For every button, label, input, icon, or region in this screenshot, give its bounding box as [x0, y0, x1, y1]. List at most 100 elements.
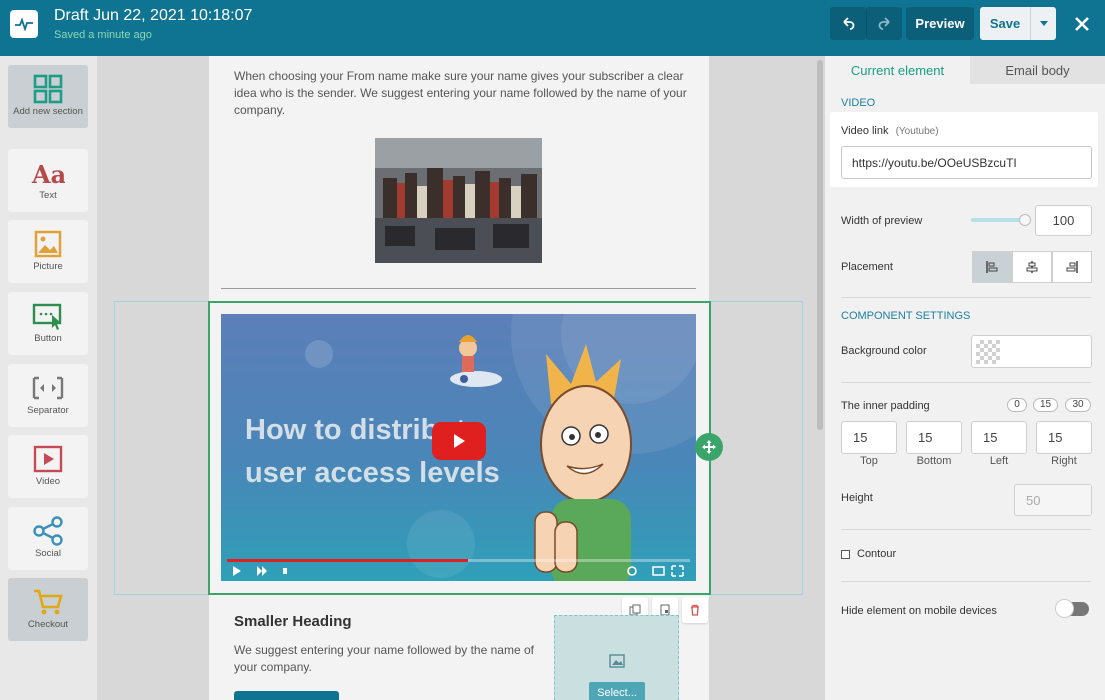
settings-panel: Current element Email body VIDEO Video l… — [825, 56, 1105, 700]
smaller-paragraph[interactable]: We suggest entering your name followed b… — [234, 642, 534, 676]
video-icon — [33, 445, 63, 473]
padding-bottom-label: Bottom — [916, 455, 952, 467]
tool-video[interactable]: Video — [8, 435, 88, 498]
video-link-hint: (Youtube) — [895, 126, 939, 137]
padding-preset-30[interactable]: 30 — [1065, 398, 1091, 412]
bookshelf-photo[interactable] — [375, 138, 542, 263]
divider — [841, 297, 1091, 298]
padding-preset-15[interactable]: 15 — [1033, 398, 1058, 412]
element-toolbar: Add new section Aa Text Picture Button S… — [0, 56, 97, 700]
padding-bottom-input[interactable]: 15 — [906, 421, 962, 454]
tool-checkout[interactable]: Checkout — [8, 578, 88, 641]
tab-current-element[interactable]: Current element — [825, 56, 970, 84]
contour-checkbox[interactable] — [841, 550, 850, 559]
padding-top-input[interactable]: 15 — [841, 421, 897, 454]
app-logo-icon[interactable] — [10, 10, 38, 38]
inner-padding-label: The inner padding — [841, 400, 930, 412]
video-preview[interactable]: How to distribute user access levels — [221, 314, 696, 581]
padding-left-label: Left — [989, 455, 1009, 467]
video-link-label-text: Video link — [841, 125, 889, 137]
tool-label: Separator — [27, 405, 69, 416]
tool-social[interactable]: Social — [8, 507, 88, 570]
tool-add-new-section[interactable]: Add new section — [8, 65, 88, 128]
play-button[interactable] — [432, 422, 486, 460]
top-bar: Draft Jun 22, 2021 10:18:07 Saved a minu… — [0, 0, 1105, 56]
tab-email-body[interactable]: Email body — [970, 56, 1105, 84]
share-icon — [33, 516, 63, 546]
placement-right-button[interactable] — [1052, 251, 1092, 283]
tool-label: Text — [39, 190, 57, 201]
svg-text:Aa: Aa — [31, 160, 65, 189]
grid-icon — [33, 74, 63, 104]
save-dropdown-button[interactable] — [1030, 7, 1056, 40]
redo-button[interactable] — [866, 7, 902, 40]
padding-top-label: Top — [860, 455, 878, 467]
video-progress-bar[interactable] — [227, 559, 690, 562]
tool-button[interactable]: Button — [8, 292, 88, 355]
video-progress-fill — [227, 559, 468, 562]
width-input[interactable]: 100 — [1035, 205, 1092, 236]
button-cursor-icon — [32, 303, 62, 330]
tool-separator[interactable]: Separator — [8, 364, 88, 427]
divider — [841, 581, 1091, 582]
tool-label: Social — [35, 548, 61, 559]
tool-text[interactable]: Aa Text — [8, 149, 88, 212]
tool-label: Checkout — [27, 619, 69, 630]
height-input[interactable]: 50 — [1014, 484, 1092, 516]
component-settings-title: COMPONENT SETTINGS — [841, 310, 971, 322]
saved-status: Saved a minute ago — [54, 29, 152, 41]
email-cta-button[interactable] — [234, 691, 339, 700]
select-image-button[interactable]: Select... — [589, 682, 645, 700]
tool-picture[interactable]: Picture — [8, 220, 88, 283]
align-center-icon — [1026, 261, 1038, 273]
contour-label: Contour — [857, 548, 897, 560]
divider — [841, 529, 1091, 530]
tool-label: Video — [35, 476, 61, 487]
background-color-picker[interactable] — [971, 335, 1092, 368]
width-slider-handle[interactable] — [1019, 214, 1031, 226]
placement-label: Placement — [841, 261, 893, 273]
preview-button[interactable]: Preview — [906, 7, 974, 40]
tool-label: Add new section — [13, 106, 83, 117]
chevron-down-icon — [1039, 21, 1048, 26]
save-button[interactable]: Save — [980, 7, 1030, 40]
move-arrows-icon — [702, 440, 716, 454]
divider — [841, 382, 1091, 383]
intro-paragraph[interactable]: When choosing your From name make sure y… — [234, 68, 689, 119]
tool-label: Picture — [33, 261, 63, 272]
smaller-heading[interactable]: Smaller Heading — [234, 613, 352, 630]
video-link-input[interactable] — [841, 146, 1092, 179]
padding-right-label: Right — [1051, 455, 1077, 467]
placement-center-button[interactable] — [1012, 251, 1052, 283]
width-slider[interactable] — [971, 218, 1025, 222]
video-section-title: VIDEO — [841, 97, 876, 109]
height-label: Height — [841, 492, 873, 504]
padding-preset-0[interactable]: 0 — [1007, 398, 1027, 412]
padding-right-input[interactable]: 15 — [1036, 421, 1092, 454]
separator-line[interactable] — [221, 288, 696, 289]
play-icon — [454, 434, 465, 448]
transparent-swatch-icon — [976, 340, 1000, 364]
email-canvas: When choosing your From name make sure y… — [97, 56, 825, 700]
canvas-scrollbar[interactable] — [817, 60, 823, 430]
draft-title: Draft Jun 22, 2021 10:18:07 — [54, 7, 253, 24]
cart-icon — [34, 589, 63, 615]
text-aa-icon: Aa — [31, 160, 65, 189]
background-color-label: Background color — [841, 345, 927, 357]
close-button[interactable] — [1068, 7, 1096, 40]
width-label: Width of preview — [841, 215, 923, 227]
picture-icon — [609, 654, 625, 668]
delete-button[interactable] — [682, 597, 708, 623]
video-link-label: Video link (Youtube) — [841, 125, 939, 137]
padding-left-input[interactable]: 15 — [971, 421, 1027, 454]
undo-button[interactable] — [830, 7, 866, 40]
move-handle[interactable] — [695, 433, 723, 461]
placement-left-button[interactable] — [972, 251, 1012, 283]
close-icon — [1075, 16, 1089, 31]
align-right-icon — [1066, 261, 1078, 273]
hide-mobile-toggle-knob[interactable] — [1055, 599, 1074, 618]
redo-icon — [878, 16, 890, 30]
hide-mobile-label: Hide element on mobile devices — [841, 605, 997, 617]
picture-icon — [34, 230, 62, 258]
separator-icon — [32, 376, 64, 400]
